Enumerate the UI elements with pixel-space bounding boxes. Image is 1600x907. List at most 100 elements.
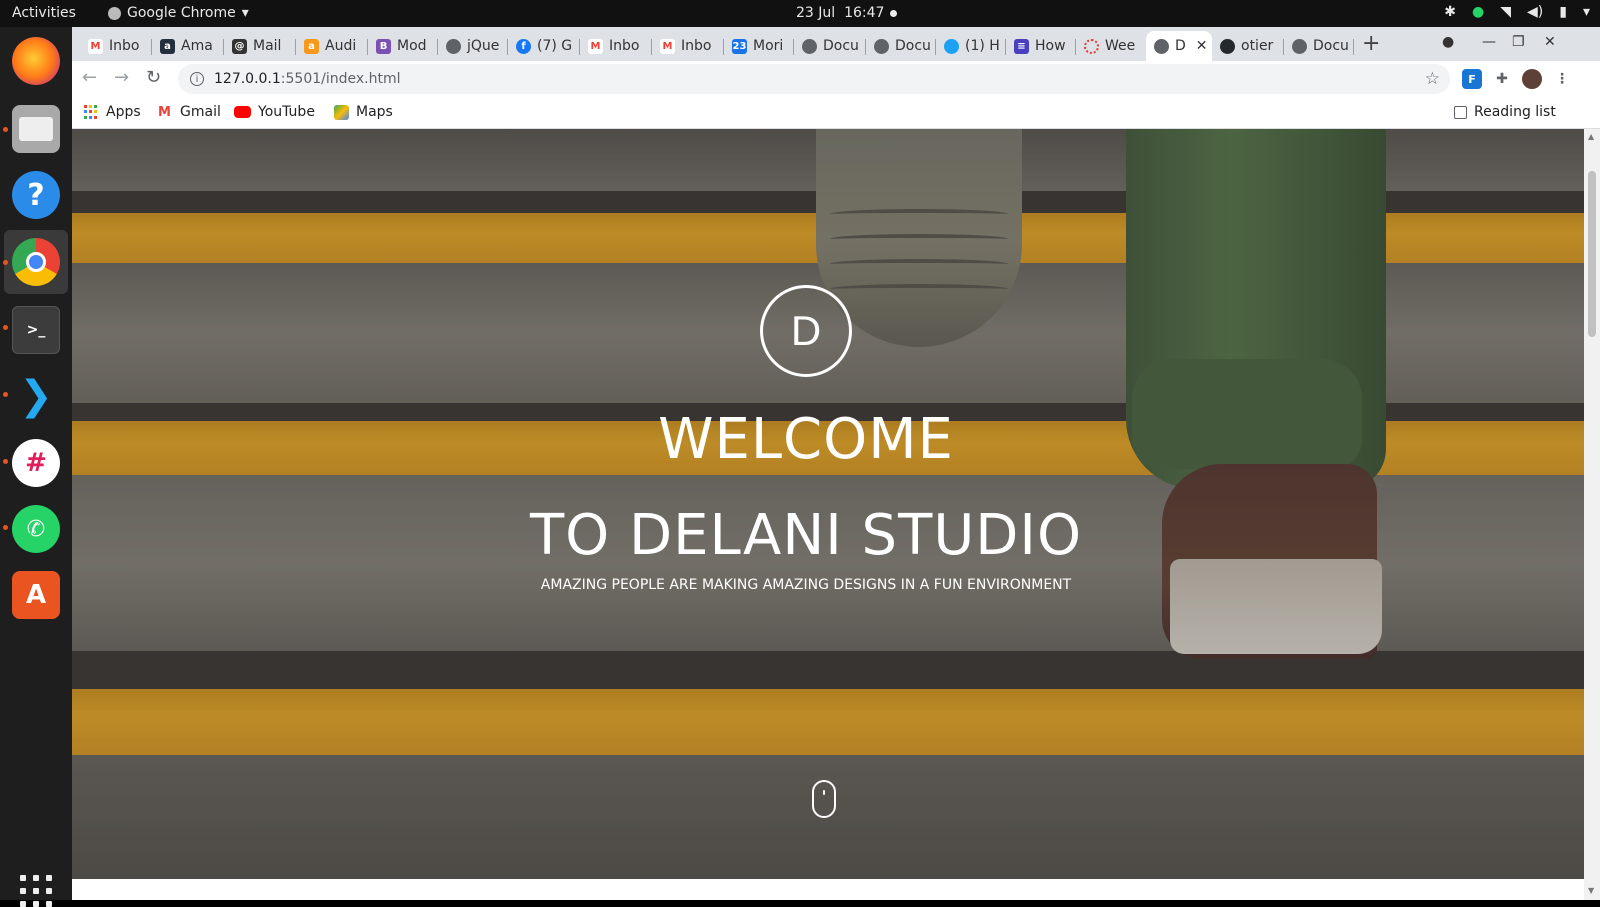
- reading-list-icon: [1454, 105, 1467, 119]
- volume-icon[interactable]: ◀): [1527, 4, 1543, 20]
- close-window-icon[interactable]: ✕: [1544, 34, 1556, 50]
- whatsapp-tray-icon[interactable]: ●: [1472, 4, 1484, 20]
- app-menu[interactable]: Google Chrome ▾: [108, 5, 249, 21]
- extension-icon[interactable]: F: [1462, 69, 1482, 89]
- reading-list-button[interactable]: Reading list: [1454, 104, 1556, 120]
- new-tab-icon[interactable]: +: [1362, 31, 1380, 56]
- tab[interactable]: B Mod: [368, 31, 438, 61]
- whatsapp-icon[interactable]: ✆: [12, 505, 60, 553]
- site-info-icon[interactable]: i: [190, 72, 204, 86]
- time-label: 16:47: [844, 5, 885, 21]
- battery-icon[interactable]: ▮: [1559, 4, 1567, 20]
- reload-icon[interactable]: ↻: [146, 67, 161, 88]
- tab-label: Wee: [1105, 38, 1136, 54]
- loading-icon: [1084, 38, 1099, 54]
- chevron-down-icon: ▾: [241, 5, 249, 21]
- minimize-icon[interactable]: —: [1482, 34, 1496, 50]
- bookmark-label: Gmail: [180, 104, 221, 120]
- bookmark-apps[interactable]: Apps: [84, 104, 141, 120]
- tab[interactable]: Docu: [794, 31, 866, 61]
- activities-button[interactable]: Activities: [12, 5, 76, 21]
- tab[interactable]: Wee: [1076, 31, 1146, 61]
- logo-letter: D: [790, 307, 822, 354]
- amazon-icon: a: [160, 38, 175, 54]
- running-indicator: [3, 392, 8, 397]
- mailchimp-icon: @: [232, 38, 247, 54]
- tab[interactable]: otier: [1212, 31, 1284, 61]
- hero-heading-studio: TO DELANI STUDIO: [529, 503, 1083, 568]
- extensions-puzzle-icon[interactable]: ✚: [1492, 69, 1512, 89]
- chrome-small-icon: [108, 6, 121, 20]
- tab[interactable]: jQue: [438, 31, 508, 61]
- scroll-down-arrow-icon[interactable]: ▼: [1588, 886, 1594, 895]
- tab-active[interactable]: D ✕: [1146, 31, 1212, 61]
- github-icon: [1220, 38, 1235, 54]
- page-viewport: D WELCOME TO DELANI STUDIO AMAZING PEOPL…: [72, 129, 1584, 900]
- page-scrollbar[interactable]: ▲ ▼: [1584, 129, 1600, 900]
- back-icon[interactable]: ←: [82, 67, 97, 88]
- firefox-icon[interactable]: [12, 37, 60, 85]
- menu-kebab-icon[interactable]: ⋮: [1552, 69, 1572, 89]
- slack-icon[interactable]: #: [12, 439, 60, 487]
- tab-label: Mori: [753, 38, 784, 54]
- tab-search-icon[interactable]: ●: [1442, 34, 1454, 50]
- terminal-icon[interactable]: >_: [12, 306, 60, 354]
- gmail-icon: M: [660, 38, 675, 54]
- url-path: :5501/index.html: [280, 71, 401, 87]
- close-icon[interactable]: ✕: [1196, 38, 1208, 54]
- scrollbar-thumb[interactable]: [1588, 171, 1596, 337]
- tab[interactable]: f (7) G: [508, 31, 580, 61]
- running-indicator: [3, 325, 8, 330]
- bookmark-gmail[interactable]: M Gmail: [158, 104, 221, 120]
- chevron-down-icon[interactable]: ▾: [1583, 4, 1590, 20]
- forward-icon[interactable]: →: [114, 67, 129, 88]
- clock[interactable]: 23 Jul 16:47: [796, 5, 884, 21]
- slack-tray-icon[interactable]: ✱: [1444, 4, 1456, 20]
- files-icon[interactable]: [12, 105, 60, 153]
- address-bar[interactable]: i 127.0.0.1:5501/index.html ☆: [178, 64, 1450, 94]
- tab-label: Audi: [325, 38, 357, 54]
- bootstrap-icon: B: [376, 38, 391, 54]
- tab-label: D: [1175, 38, 1186, 54]
- apps-grid-icon: [84, 104, 99, 120]
- tab[interactable]: ≡ How: [1006, 31, 1076, 61]
- wifi-icon[interactable]: ◥: [1500, 4, 1511, 20]
- tab[interactable]: Docu: [866, 31, 936, 61]
- tab[interactable]: M Inbo: [580, 31, 652, 61]
- maps-icon: [334, 104, 349, 120]
- tab-label: (7) G: [537, 38, 573, 54]
- bookmark-youtube[interactable]: YouTube: [234, 104, 315, 120]
- tab[interactable]: M Inbo: [80, 31, 152, 61]
- tab-label: jQue: [467, 38, 500, 54]
- help-icon[interactable]: ?: [12, 171, 60, 219]
- software-center-icon[interactable]: A: [12, 571, 60, 619]
- tab[interactable]: M Inbo: [652, 31, 724, 61]
- chrome-window: M Inbo a Ama @ Mail a Audi B Mod jQue f (7) G …: [72, 27, 1600, 900]
- bookmark-star-icon[interactable]: ☆: [1425, 69, 1440, 89]
- hero-tagline: AMAZING PEOPLE ARE MAKING AMAZING DESIGN…: [540, 577, 1072, 593]
- tab[interactable]: (1) H: [936, 31, 1006, 61]
- date-label: 23 Jul: [796, 5, 836, 21]
- tab[interactable]: a Ama: [152, 31, 224, 61]
- scroll-up-arrow-icon[interactable]: ▲: [1588, 132, 1594, 141]
- chrome-icon[interactable]: [12, 238, 60, 286]
- scroll-down-mouse-icon[interactable]: [812, 780, 836, 818]
- bookmark-label: Apps: [106, 104, 141, 120]
- tab[interactable]: @ Mail: [224, 31, 296, 61]
- system-tray[interactable]: ✱ ● ◥ ◀) ▮ ▾: [1444, 4, 1590, 20]
- tab-label: Mail: [253, 38, 282, 54]
- tab[interactable]: a Audi: [296, 31, 368, 61]
- maximize-icon[interactable]: ❐: [1512, 34, 1525, 50]
- tab[interactable]: 23 Mori: [724, 31, 794, 61]
- show-applications-icon[interactable]: [20, 875, 52, 907]
- globe-icon: [802, 38, 817, 54]
- bookmark-maps[interactable]: Maps: [334, 104, 393, 120]
- profile-avatar[interactable]: [1522, 69, 1542, 89]
- tab[interactable]: Docu: [1284, 31, 1354, 61]
- vscode-icon[interactable]: ❯: [12, 372, 60, 420]
- running-indicator: [3, 525, 8, 530]
- tab-label: Docu: [1313, 38, 1349, 54]
- tab-label: How: [1035, 38, 1066, 54]
- dock: ? >_ ❯ # ✆ A: [0, 27, 72, 907]
- bookmark-label: Maps: [356, 104, 393, 120]
